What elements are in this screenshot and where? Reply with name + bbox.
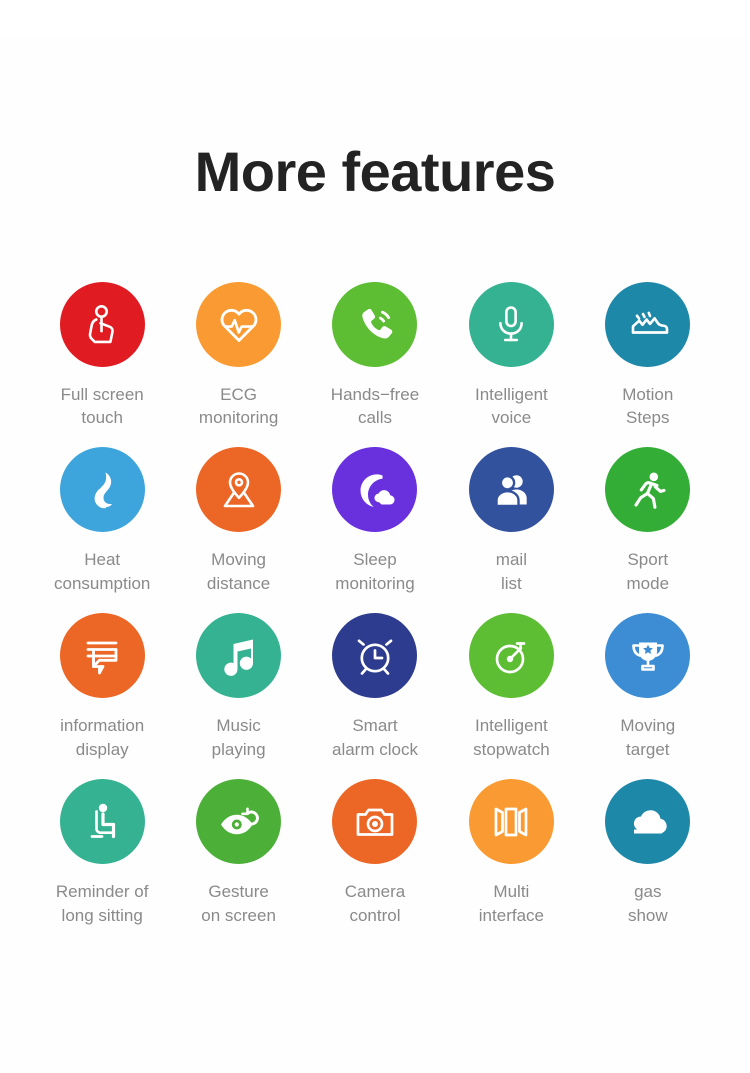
feature-item-multi-interface[interactable]: Multi interface xyxy=(443,779,579,927)
feature-label: Multi interface xyxy=(478,882,544,925)
feature-item-hands-free-calls[interactable]: Hands−free calls xyxy=(307,281,443,430)
flame-drop-icon xyxy=(78,466,126,514)
stopwatch-icon xyxy=(487,632,535,680)
icon-circle xyxy=(468,779,554,865)
heart-pulse-icon xyxy=(215,300,263,348)
feature-label: Smart alarm clock xyxy=(332,716,418,759)
icon-circle xyxy=(332,779,418,865)
phone-call-icon xyxy=(351,300,399,348)
alarm-clock-icon xyxy=(351,632,399,680)
feature-label: Intelligent voice xyxy=(475,384,548,427)
icon-circle xyxy=(468,281,554,367)
cloud-icon xyxy=(624,798,672,846)
feature-label: Sleep monitoring xyxy=(335,550,415,593)
icon-circle xyxy=(196,779,282,865)
feature-label: Moving target xyxy=(620,716,676,759)
feature-label: Gesture on screen xyxy=(201,882,276,925)
features-page: More features Full screen touch ECG moni… xyxy=(0,37,750,1073)
icon-circle xyxy=(332,613,418,699)
feature-label: ECG monitoring xyxy=(198,384,279,427)
feature-item-moving-distance[interactable]: Moving distance xyxy=(170,447,306,595)
camera-icon xyxy=(351,798,399,846)
feature-label: gas show xyxy=(627,882,668,925)
feature-label: Sport mode xyxy=(626,550,670,593)
feature-item-full-screen-touch[interactable]: Full screen touch xyxy=(34,281,170,430)
icon-circle xyxy=(196,613,282,699)
feature-item-motion-steps[interactable]: Motion Steps xyxy=(580,281,716,430)
feature-label: Heat consumption xyxy=(54,550,151,593)
running-person-icon xyxy=(624,466,672,514)
feature-label: Music playing xyxy=(211,716,266,759)
feature-item-music-playing[interactable]: Music playing xyxy=(170,613,306,761)
multi-panel-carousel-icon xyxy=(487,798,535,846)
icon-circle xyxy=(59,613,145,699)
feature-item-reminder-of-long-sitting[interactable]: Reminder of long sitting xyxy=(34,779,170,927)
feature-label: mail list xyxy=(495,550,527,593)
icon-circle xyxy=(332,447,418,533)
feature-item-sport-mode[interactable]: Sport mode xyxy=(580,447,716,595)
feature-label: Intelligent stopwatch xyxy=(473,716,550,759)
feature-item-ecg-monitoring[interactable]: ECG monitoring xyxy=(170,281,306,430)
feature-item-sleep-monitoring[interactable]: Sleep monitoring xyxy=(307,447,443,595)
sitting-person-icon xyxy=(78,798,126,846)
feature-item-intelligent-voice[interactable]: Intelligent voice xyxy=(443,281,579,430)
trophy-icon xyxy=(624,632,672,680)
eye-refresh-icon xyxy=(215,798,263,846)
feature-item-mail-list[interactable]: mail list xyxy=(443,447,579,595)
icon-circle xyxy=(605,447,691,533)
feature-grid: Full screen touch ECG monitoring Hands−f… xyxy=(0,281,750,928)
feature-item-smart-alarm-clock[interactable]: Smart alarm clock xyxy=(307,613,443,761)
feature-label: Reminder of long sitting xyxy=(55,882,149,925)
feature-item-information-display[interactable]: information display xyxy=(34,613,170,761)
feature-label: Hands−free calls xyxy=(330,384,420,427)
icon-circle xyxy=(196,281,282,367)
icon-circle xyxy=(605,613,691,699)
message-bubble-icon xyxy=(78,632,126,680)
feature-item-camera-control[interactable]: Camera control xyxy=(307,779,443,927)
microphone-icon xyxy=(487,300,535,348)
contacts-people-icon xyxy=(487,466,535,514)
icon-circle xyxy=(59,447,145,533)
feature-item-moving-target[interactable]: Moving target xyxy=(580,613,716,761)
feature-label: Camera control xyxy=(344,882,406,925)
icon-circle xyxy=(59,779,145,865)
icon-circle xyxy=(196,447,282,533)
feature-item-gas-show[interactable]: gas show xyxy=(580,779,716,927)
feature-item-gesture-on-screen[interactable]: Gesture on screen xyxy=(170,779,306,927)
icon-circle xyxy=(468,613,554,699)
feature-label: information display xyxy=(60,716,145,759)
feature-label: Full screen touch xyxy=(60,384,144,427)
feature-label: Motion Steps xyxy=(622,384,674,427)
feature-label: Moving distance xyxy=(206,550,271,593)
moon-cloud-icon xyxy=(351,466,399,514)
icon-circle xyxy=(605,281,691,367)
page-title: More features xyxy=(194,139,556,203)
sneaker-shoe-icon xyxy=(624,300,672,348)
feature-item-heat-consumption[interactable]: Heat consumption xyxy=(34,447,170,595)
touch-gesture-icon xyxy=(78,300,126,348)
music-note-icon xyxy=(215,632,263,680)
icon-circle xyxy=(605,779,691,865)
feature-item-intelligent-stopwatch[interactable]: Intelligent stopwatch xyxy=(443,613,579,761)
icon-circle xyxy=(59,281,145,367)
icon-circle xyxy=(468,447,554,533)
icon-circle xyxy=(332,281,418,367)
map-location-pin-icon xyxy=(215,466,263,514)
